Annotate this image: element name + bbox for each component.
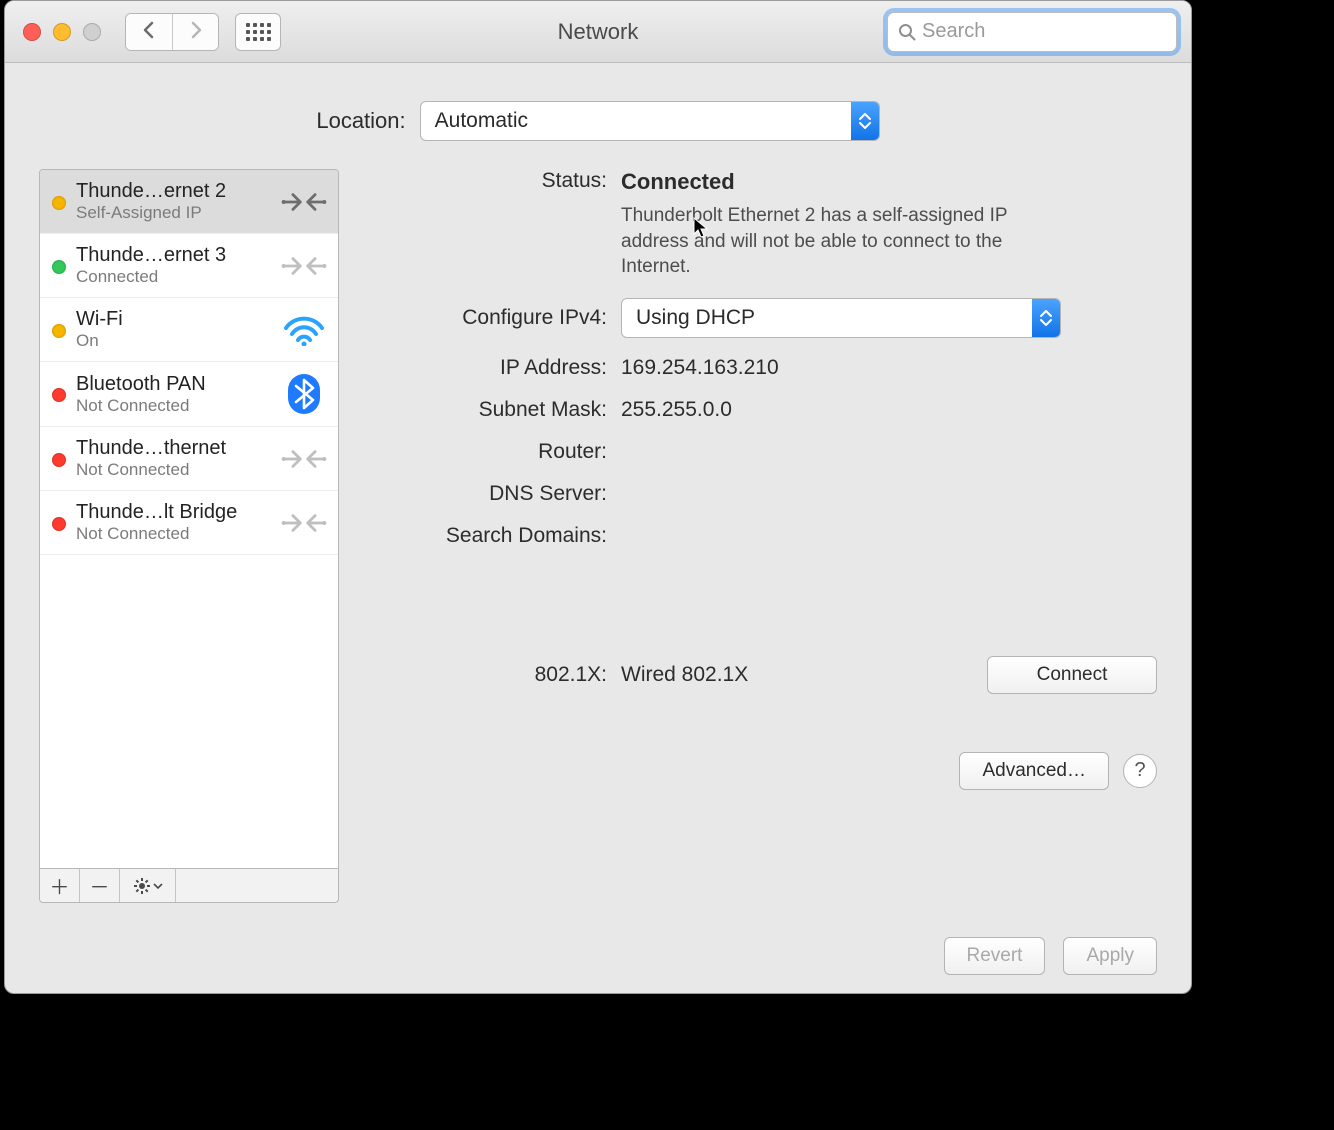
search-field-wrapper[interactable] [887,12,1177,52]
8021x-value: Wired 802.1X [621,663,748,687]
service-name: Thunde…ernet 2 [76,180,270,203]
location-value: Automatic [421,109,542,133]
revert-button[interactable]: Revert [944,937,1046,975]
titlebar: Network [5,1,1191,63]
service-status: Not Connected [76,460,270,480]
search-icon [898,23,916,41]
wifi-icon [280,314,328,346]
service-name: Thunde…ernet 3 [76,244,270,267]
service-status: Not Connected [76,396,270,416]
show-all-prefpanes-button[interactable] [235,13,281,51]
service-name: Wi-Fi [76,308,270,331]
service-row[interactable]: Bluetooth PANNot Connected [40,362,338,427]
apply-button[interactable]: Apply [1063,937,1157,975]
grid-icon [246,23,271,41]
sidebar-tools: ＋ － [39,869,339,903]
network-prefpane-window: Network Location: Automatic [4,0,1192,994]
service-row[interactable]: Thunde…ernet 3Connected [40,234,338,298]
service-status: Connected [76,267,270,287]
service-row[interactable]: Wi-FiOn [40,298,338,362]
status-led [52,388,66,402]
status-led [52,453,66,467]
ethernet-icon [280,506,328,540]
gear-icon [133,877,151,895]
service-status: Self-Assigned IP [76,203,270,223]
status-message: Thunderbolt Ethernet 2 has a self-assign… [621,203,1051,280]
dns-server-label: DNS Server: [357,482,607,506]
location-label: Location: [316,108,405,134]
ethernet-icon [280,442,328,476]
status-led [52,260,66,274]
configure-ipv4-label: Configure IPv4: [357,306,607,330]
zoom-window-button[interactable] [83,23,101,41]
status-value: Connected [621,169,1157,195]
ethernet-icon [280,249,328,283]
stepper-icon [1032,299,1060,337]
8021x-label: 802.1X: [357,663,607,687]
service-status: Not Connected [76,524,270,544]
chevron-down-icon [153,883,163,889]
back-button[interactable] [126,14,172,50]
subnet-mask-label: Subnet Mask: [357,398,607,422]
details-pane: Status: Connected Thunderbolt Ethernet 2… [357,169,1157,903]
stepper-icon [851,102,879,140]
router-label: Router: [357,440,607,464]
advanced-button[interactable]: Advanced… [959,752,1109,790]
ethernet-icon [280,185,328,219]
search-domains-label: Search Domains: [357,524,607,548]
configure-ipv4-select[interactable]: Using DHCP [621,298,1061,338]
help-button[interactable]: ? [1123,754,1157,788]
minimize-window-button[interactable] [53,23,71,41]
service-name: Thunde…thernet [76,437,270,460]
search-input[interactable] [922,20,1166,43]
add-service-button[interactable]: ＋ [40,869,80,902]
configure-ipv4-value: Using DHCP [622,306,1032,330]
service-name: Bluetooth PAN [76,373,270,396]
close-window-button[interactable] [23,23,41,41]
traffic-lights [23,23,101,41]
service-row[interactable]: Thunde…lt BridgeNot Connected [40,491,338,555]
ip-address-value: 169.254.163.210 [621,356,1157,380]
services-list[interactable]: Thunde…ernet 2Self-Assigned IPThunde…ern… [39,169,339,869]
ip-address-label: IP Address: [357,356,607,380]
nav-buttons [125,13,219,51]
service-row[interactable]: Thunde…ernet 2Self-Assigned IP [40,170,338,234]
status-led [52,517,66,531]
service-status: On [76,331,270,351]
services-sidebar: Thunde…ernet 2Self-Assigned IPThunde…ern… [39,169,339,903]
status-label: Status: [357,169,607,193]
subnet-mask-value: 255.255.0.0 [621,398,1157,422]
forward-button[interactable] [172,14,218,50]
service-name: Thunde…lt Bridge [76,501,270,524]
status-led [52,196,66,210]
footer-buttons: Revert Apply [39,903,1157,975]
bluetooth-icon [280,372,328,416]
cursor-icon [693,217,709,239]
service-row[interactable]: Thunde…thernetNot Connected [40,427,338,491]
location-select[interactable]: Automatic [420,101,880,141]
remove-service-button[interactable]: － [80,869,120,902]
8021x-connect-button[interactable]: Connect [987,656,1157,694]
status-led [52,324,66,338]
service-actions-button[interactable] [120,869,176,902]
